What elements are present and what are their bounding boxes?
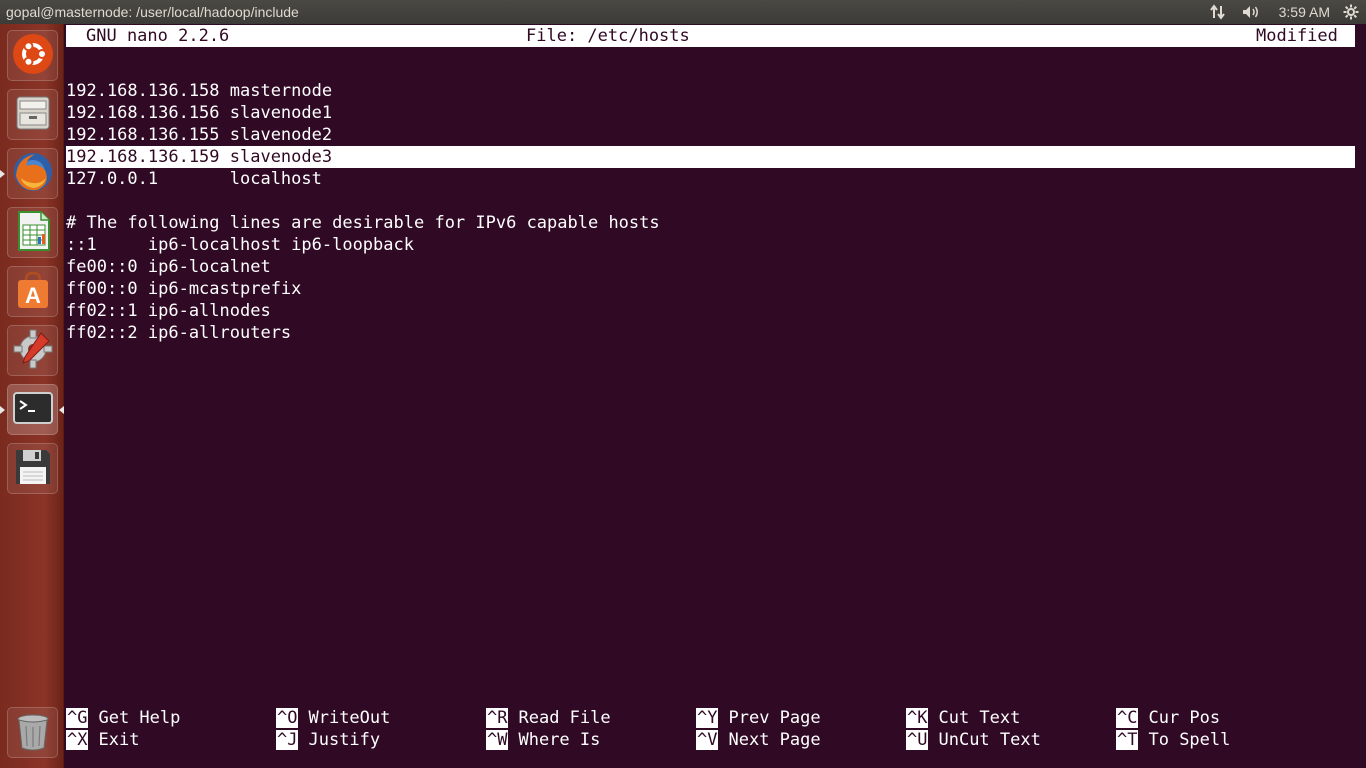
launcher-settings-button[interactable]: [7, 325, 58, 376]
shortcut-prev-page[interactable]: ^Y Prev Page: [696, 707, 821, 729]
nano-version: GNU nano 2.2.6: [86, 26, 230, 46]
shortcut-label: Next Page: [728, 730, 821, 750]
gear-icon[interactable]: [1340, 0, 1362, 24]
launcher-firefox-button[interactable]: [7, 148, 58, 199]
shortcut-label: WriteOut: [308, 708, 391, 728]
editor-line[interactable]: 192.168.136.155 slavenode2: [66, 124, 332, 146]
shortcut-justify[interactable]: ^J Justify: [276, 729, 380, 751]
editor-line[interactable]: 127.0.0.1 localhost: [66, 168, 322, 190]
editor-line[interactable]: fe00::0 ip6-localnet: [66, 256, 271, 278]
shortcut-label: Cut Text: [938, 708, 1021, 728]
editor-line-selected[interactable]: 192.168.136.159 slavenode3: [66, 146, 1355, 168]
editor-line[interactable]: ff02::1 ip6-allnodes: [66, 300, 271, 322]
shortcut-key: ^C: [1116, 708, 1139, 728]
shortcut-key: ^J: [276, 730, 299, 750]
nano-title-bar: GNU nano 2.2.6 File: /etc/hosts Modified: [66, 25, 1355, 47]
shortcut-next-page[interactable]: ^V Next Page: [696, 729, 821, 751]
shortcut-label: UnCut Text: [938, 730, 1041, 750]
nano-modified-status: Modified: [1256, 26, 1338, 46]
shortcut-key: ^Y: [696, 708, 719, 728]
shortcut-key: ^K: [906, 708, 929, 728]
shortcut-label: Cur Pos: [1148, 708, 1221, 728]
window-title: gopal@masternode: /user/local/hadoop/inc…: [6, 4, 299, 20]
shortcut-to-spell[interactable]: ^T To Spell: [1116, 729, 1230, 751]
software-center-icon: A: [11, 268, 55, 316]
system-settings-icon: [11, 327, 55, 375]
clock[interactable]: 3:59 AM: [1267, 0, 1340, 24]
ubuntu-dash-icon: [11, 32, 55, 80]
shortcut-label: Prev Page: [728, 708, 821, 728]
terminal-icon: [11, 386, 55, 434]
launcher-trash-button[interactable]: [7, 707, 58, 758]
launcher-software-center-button[interactable]: A: [7, 266, 58, 317]
nano-filename: File: /etc/hosts: [526, 26, 690, 46]
files-icon: [11, 91, 55, 139]
terminal-window[interactable]: GNU nano 2.2.6 File: /etc/hosts Modified…: [65, 24, 1366, 768]
shortcut-key: ^R: [486, 708, 509, 728]
shortcut-key: ^U: [906, 730, 929, 750]
shortcut-label: Exit: [98, 730, 140, 750]
shortcut-label: Where Is: [518, 730, 601, 750]
shortcut-key: ^G: [66, 708, 89, 728]
shortcut-label: Justify: [308, 730, 381, 750]
shortcut-read-file[interactable]: ^R Read File: [486, 707, 611, 729]
launcher-calc-button[interactable]: [7, 207, 58, 258]
launcher: A: [0, 24, 64, 768]
shortcut-key: ^O: [276, 708, 299, 728]
indicator-area: 3:59 AM: [1201, 0, 1366, 24]
shortcut-uncut-text[interactable]: ^U UnCut Text: [906, 729, 1041, 751]
svg-text:A: A: [25, 283, 41, 308]
libreoffice-calc-icon: [11, 209, 55, 257]
shortcut-exit[interactable]: ^X Exit: [66, 729, 139, 751]
launcher-files-button[interactable]: [7, 89, 58, 140]
shortcut-where-is[interactable]: ^W Where Is: [486, 729, 600, 751]
shortcut-key: ^W: [486, 730, 509, 750]
shortcut-cut-text[interactable]: ^K Cut Text: [906, 707, 1020, 729]
floppy-disk-icon: [11, 445, 55, 493]
shortcut-label: To Spell: [1148, 730, 1231, 750]
editor-line[interactable]: # The following lines are desirable for …: [66, 212, 660, 234]
shortcut-key: ^T: [1116, 730, 1139, 750]
shortcut-writeout[interactable]: ^O WriteOut: [276, 707, 390, 729]
shortcut-label: Get Help: [98, 708, 181, 728]
launcher-terminal-button[interactable]: [7, 384, 58, 435]
shortcut-key: ^X: [66, 730, 89, 750]
editor-line[interactable]: ::1 ip6-localhost ip6-loopback: [66, 234, 414, 256]
launcher-dash-button[interactable]: [7, 30, 58, 81]
volume-icon[interactable]: [1235, 0, 1267, 24]
launcher-save-button[interactable]: [7, 443, 58, 494]
shortcut-get-help[interactable]: ^G Get Help: [66, 707, 180, 729]
shortcut-key: ^V: [696, 730, 719, 750]
editor-line[interactable]: ff00::0 ip6-mcastprefix: [66, 278, 301, 300]
top-panel: gopal@masternode: /user/local/hadoop/inc…: [0, 0, 1366, 24]
editor-line[interactable]: ff02::2 ip6-allrouters: [66, 322, 291, 344]
editor-line[interactable]: 192.168.136.158 masternode: [66, 80, 332, 102]
network-icon[interactable]: [1201, 0, 1235, 24]
trash-icon: [11, 709, 55, 757]
editor-line[interactable]: 192.168.136.156 slavenode1: [66, 102, 332, 124]
firefox-icon: [11, 150, 55, 198]
shortcut-label: Read File: [518, 708, 611, 728]
shortcut-cur-pos[interactable]: ^C Cur Pos: [1116, 707, 1220, 729]
